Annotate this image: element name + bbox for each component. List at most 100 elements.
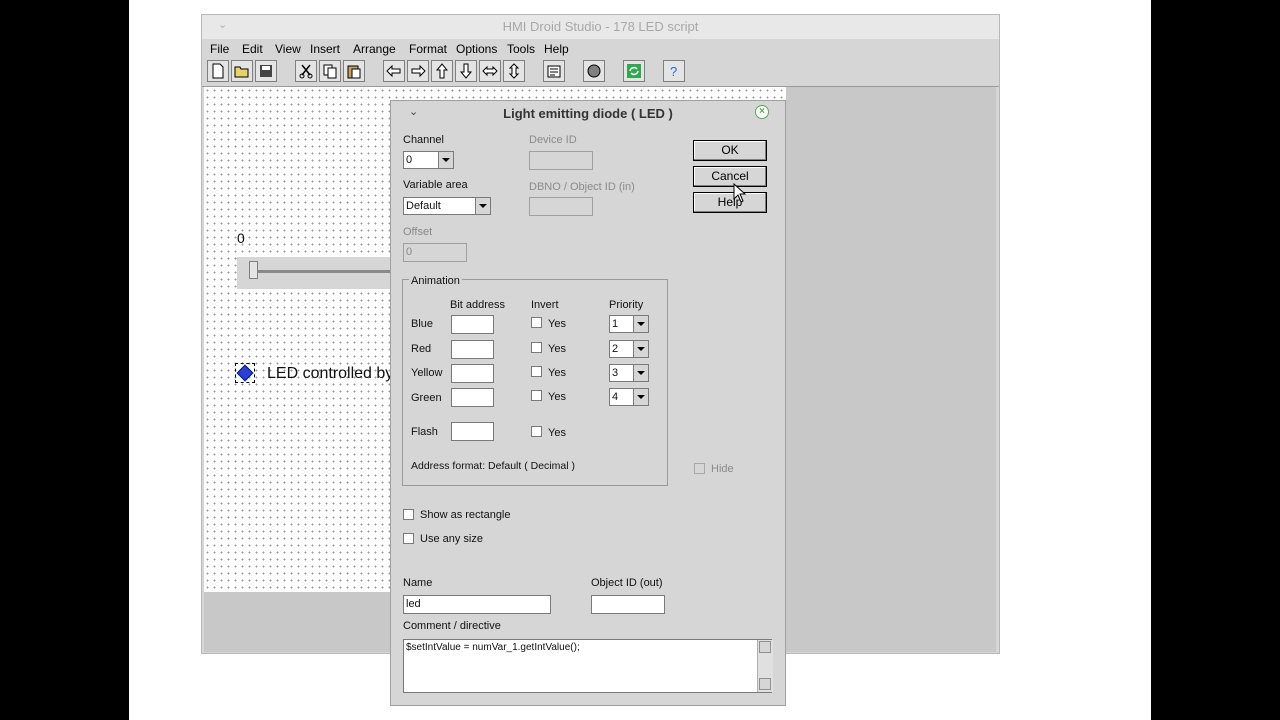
chevron-down-icon[interactable] xyxy=(633,341,648,357)
slider-thumb[interactable] xyxy=(249,261,258,279)
close-icon[interactable]: × xyxy=(755,105,769,119)
dbno-field xyxy=(529,197,593,216)
chevron-down-icon[interactable] xyxy=(475,198,490,214)
arrow-left-icon[interactable] xyxy=(383,60,405,82)
menu-file[interactable]: File xyxy=(210,42,229,56)
blue-priority-value: 1 xyxy=(612,318,619,330)
arrow-up-icon[interactable] xyxy=(431,60,453,82)
yellow-invert-checkbox[interactable] xyxy=(531,366,542,377)
flash-invert-checkbox[interactable] xyxy=(531,426,542,437)
led-dialog: ⌄ Light emitting diode ( LED ) × Channel… xyxy=(390,100,786,706)
show-as-rectangle-label: Show as rectangle xyxy=(420,509,511,521)
address-format-label: Address format: Default ( Decimal ) xyxy=(411,460,575,472)
dialog-titlebar: ⌄ Light emitting diode ( LED ) × xyxy=(391,101,785,125)
green-priority-select[interactable]: 4 xyxy=(609,388,649,406)
chevron-down-icon[interactable] xyxy=(438,152,453,168)
chevron-down-icon[interactable] xyxy=(633,316,648,332)
use-any-size-label: Use any size xyxy=(420,533,483,545)
arrow-left-right-icon[interactable] xyxy=(479,60,501,82)
menu-tools[interactable]: Tools xyxy=(507,42,535,56)
arrow-right-icon[interactable] xyxy=(407,60,429,82)
collapse-icon[interactable]: ⌄ xyxy=(218,18,227,31)
menu-arrange[interactable]: Arrange xyxy=(353,42,396,56)
paste-icon[interactable] xyxy=(343,60,365,82)
offset-field: 0 xyxy=(403,243,467,262)
show-as-rectangle-checkbox[interactable] xyxy=(403,509,414,520)
help-button[interactable]: Help xyxy=(693,192,767,213)
main-window-title: HMI Droid Studio - 178 LED script xyxy=(202,15,999,39)
green-label: Green xyxy=(411,392,442,404)
comment-scrollbar[interactable] xyxy=(757,640,773,692)
red-priority-select[interactable]: 2 xyxy=(609,340,649,358)
object-id-out-field[interactable] xyxy=(591,595,665,614)
save-icon[interactable] xyxy=(255,60,277,82)
copy-icon[interactable] xyxy=(319,60,341,82)
use-any-size-checkbox[interactable] xyxy=(403,533,414,544)
cancel-button[interactable]: Cancel xyxy=(693,166,767,187)
green-invert-label: Yes xyxy=(548,391,566,403)
animation-group: Animation Bit address Invert Priority Bl… xyxy=(402,275,668,486)
comment-textarea[interactable]: $setIntValue = numVar_1.getIntValue(); xyxy=(403,639,773,693)
chevron-down-icon[interactable] xyxy=(633,365,648,381)
yellow-priority-value: 3 xyxy=(612,367,619,379)
refresh-icon[interactable] xyxy=(623,60,645,82)
green-invert-checkbox[interactable] xyxy=(531,390,542,401)
open-folder-icon[interactable] xyxy=(231,60,253,82)
slider-widget[interactable] xyxy=(237,257,399,289)
slider-value-label: 0 xyxy=(237,230,245,246)
yellow-bit-address-field[interactable] xyxy=(451,364,494,383)
blue-bit-address-field[interactable] xyxy=(451,315,494,334)
menu-view[interactable]: View xyxy=(275,42,301,56)
flash-invert-label: Yes xyxy=(548,427,566,439)
led-widget[interactable] xyxy=(235,363,255,383)
mouse-cursor-icon xyxy=(733,183,747,203)
channel-select[interactable]: 0 xyxy=(403,151,454,169)
variable-area-select[interactable]: Default xyxy=(403,197,491,215)
red-invert-checkbox[interactable] xyxy=(531,342,542,353)
dialog-title: Light emitting diode ( LED ) xyxy=(503,106,673,121)
new-file-icon[interactable] xyxy=(207,60,229,82)
comment-label: Comment / directive xyxy=(403,620,501,632)
red-bit-address-field[interactable] xyxy=(451,340,494,359)
hide-checkbox xyxy=(694,463,705,474)
priority-header: Priority xyxy=(609,299,644,311)
blue-priority-select[interactable]: 1 xyxy=(609,315,649,333)
red-invert-label: Yes xyxy=(548,343,566,355)
arrow-down-icon[interactable] xyxy=(455,60,477,82)
red-priority-value: 2 xyxy=(612,343,619,355)
yellow-priority-select[interactable]: 3 xyxy=(609,364,649,382)
hide-label: Hide xyxy=(711,463,734,475)
properties-icon[interactable] xyxy=(543,60,565,82)
blue-invert-checkbox[interactable] xyxy=(531,317,542,328)
arrow-up-down-icon[interactable] xyxy=(503,60,525,82)
menu-help[interactable]: Help xyxy=(544,42,569,56)
red-label: Red xyxy=(411,343,432,355)
cut-icon[interactable] xyxy=(295,60,317,82)
object-id-out-label: Object ID (out) xyxy=(591,577,663,589)
scroll-up-icon[interactable] xyxy=(759,641,771,653)
animation-group-label: Animation xyxy=(409,275,462,287)
scroll-down-icon[interactable] xyxy=(759,678,771,690)
flash-bit-address-field[interactable] xyxy=(451,422,494,441)
help-icon[interactable]: ? xyxy=(663,60,685,82)
menu-insert[interactable]: Insert xyxy=(310,42,340,56)
comment-text: $setIntValue = numVar_1.getIntValue(); xyxy=(406,642,580,653)
chevron-down-icon[interactable] xyxy=(633,389,648,405)
toolbar: ? xyxy=(202,57,999,87)
green-bit-address-field[interactable] xyxy=(451,388,494,407)
green-priority-value: 4 xyxy=(612,391,619,403)
menu-options[interactable]: Options xyxy=(456,42,497,56)
name-label: Name xyxy=(403,577,433,589)
svg-text:?: ? xyxy=(670,64,677,79)
ok-button[interactable]: OK xyxy=(693,140,767,161)
variable-area-label: Variable area xyxy=(403,179,468,191)
blue-label: Blue xyxy=(411,318,434,330)
menu-edit[interactable]: Edit xyxy=(242,42,263,56)
dbno-label: DBNO / Object ID (in) xyxy=(529,181,635,193)
record-icon[interactable] xyxy=(583,60,605,82)
channel-value: 0 xyxy=(406,154,413,166)
variable-area-value: Default xyxy=(406,200,441,212)
menu-format[interactable]: Format xyxy=(409,42,447,56)
name-field[interactable]: led xyxy=(403,595,551,614)
yellow-label: Yellow xyxy=(411,367,443,379)
